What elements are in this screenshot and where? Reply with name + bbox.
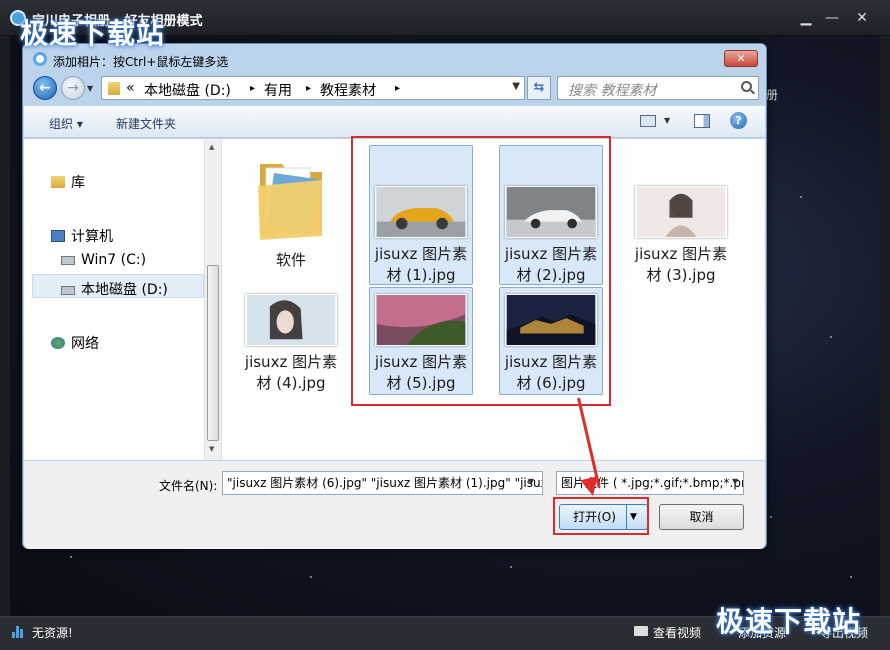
image-thumbnail	[635, 186, 727, 238]
scroll-thumb[interactable]	[207, 265, 219, 441]
navigation-pane: 库 计算机 Win7 (C:) 本地磁盘 (D:) 网络 ▲ ▼	[24, 139, 222, 460]
breadcrumb-useful[interactable]: 有用	[264, 80, 292, 100]
cancel-button[interactable]: 取消	[659, 504, 744, 530]
forward-arrow-icon[interactable]: →	[61, 76, 85, 100]
close-icon[interactable]: ✕	[852, 8, 872, 28]
address-dropdown-icon[interactable]: ▼	[512, 81, 520, 92]
image-thumbnail	[245, 294, 337, 346]
view-mode-icon[interactable]	[640, 115, 656, 127]
organize-menu[interactable]: 组织 ▾	[49, 115, 83, 132]
breadcrumb-overflow[interactable]: «	[126, 80, 135, 96]
nav-item-drive-c[interactable]: Win7 (C:)	[61, 252, 146, 268]
watermark-top: 极速下载站	[20, 17, 166, 50]
dialog-close-button[interactable]: ✕	[724, 50, 758, 67]
nav-item-network[interactable]: 网络	[51, 333, 99, 353]
open-button-highlight-box	[553, 497, 649, 535]
view-dropdown-icon[interactable]: ▼	[664, 116, 670, 125]
file-item-folder[interactable]: 软件	[239, 145, 343, 269]
new-folder-button[interactable]: 新建文件夹	[116, 115, 176, 132]
watermark-bottom: 极速下载站	[716, 605, 862, 638]
view-video-button[interactable]: 查看视频	[653, 624, 701, 641]
preview-pane-icon[interactable]	[694, 114, 710, 128]
dialog-toolbar: 组织 ▾ 新建文件夹 ▼ ?	[24, 106, 765, 138]
back-arrow-icon[interactable]: ←	[33, 76, 57, 100]
drive-icon	[61, 286, 75, 295]
dialog-footer: 文件名(N): "jisuxz 图片素材 (6).jpg" "jisuxz 图片…	[24, 461, 765, 549]
scroll-up-icon: ▲	[209, 143, 215, 151]
search-input[interactable]: 搜索 教程素材	[557, 76, 759, 100]
status-text: 无资源!	[32, 626, 73, 640]
drive-icon	[61, 256, 75, 265]
folder-icon	[108, 82, 120, 95]
breadcrumb-separator-icon[interactable]: ▸	[395, 83, 400, 94]
filename-dropdown-icon[interactable]: ▼	[528, 477, 534, 486]
selection-highlight-box	[351, 136, 611, 406]
minimize-icon[interactable]: ▁	[796, 8, 816, 28]
network-icon	[51, 337, 65, 349]
film-icon	[33, 52, 47, 66]
breadcrumb-drive[interactable]: 本地磁盘 (D:)	[144, 80, 231, 100]
chart-icon	[12, 626, 26, 638]
restore-icon[interactable]: —	[822, 8, 842, 28]
file-item-image-3[interactable]: jisuxz 图片素材 (3).jpg	[629, 145, 733, 285]
breadcrumb-separator-icon[interactable]: ▸	[250, 83, 255, 94]
filename-label: 文件名(N):	[159, 479, 218, 493]
folder-icon	[634, 626, 648, 636]
filename-input[interactable]: "jisuxz 图片素材 (6).jpg" "jisuxz 图片素材 (1).j…	[222, 471, 543, 495]
nav-item-library[interactable]: 库	[51, 172, 85, 192]
nav-scrollbar[interactable]: ▲ ▼	[204, 139, 221, 460]
help-icon[interactable]: ?	[730, 112, 747, 129]
breadcrumb-separator-icon[interactable]: ▸	[306, 83, 311, 94]
refresh-icon[interactable]: ⇆	[527, 76, 551, 100]
folder-icon	[258, 164, 322, 240]
filetype-dropdown-icon[interactable]: ▼	[732, 477, 738, 486]
scroll-down-icon: ▼	[209, 445, 215, 453]
nav-item-drive-d[interactable]: 本地磁盘 (D:)	[61, 279, 168, 299]
computer-icon	[51, 230, 65, 242]
file-item-image-4[interactable]: jisuxz 图片素材 (4).jpg	[239, 287, 343, 395]
history-dropdown-icon[interactable]: ▼	[87, 84, 93, 93]
breadcrumb-tutorial[interactable]: 教程素材	[320, 80, 376, 100]
search-icon	[741, 81, 752, 92]
library-icon	[51, 176, 65, 188]
address-bar[interactable]: « 本地磁盘 (D:) ▸ 有用 ▸ 教程素材 ▸ ▼	[101, 76, 525, 100]
search-placeholder: 搜索 教程素材	[568, 83, 657, 99]
nav-item-computer[interactable]: 计算机	[51, 226, 113, 246]
dialog-title: 添加相片：按Ctrl+鼠标左键多选	[53, 55, 229, 69]
app-side-label: 册	[766, 88, 779, 102]
